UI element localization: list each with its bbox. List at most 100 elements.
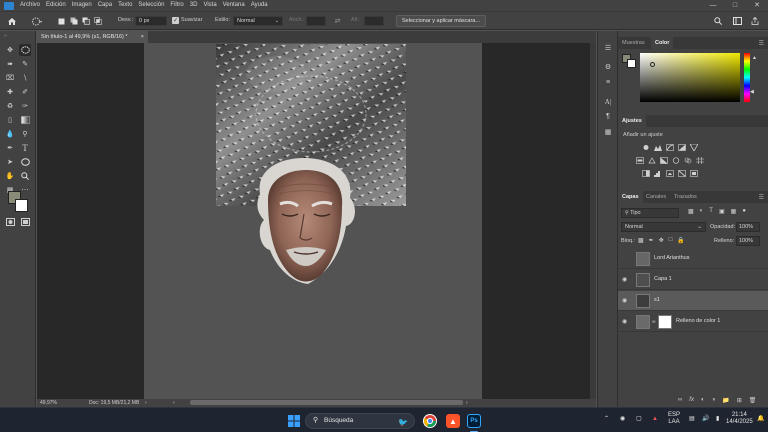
status-menu-icon[interactable]: › xyxy=(145,400,147,406)
network-icon[interactable]: ▤ xyxy=(689,416,695,423)
new-selection-icon[interactable] xyxy=(57,16,66,26)
background-color-swatch[interactable] xyxy=(15,199,28,212)
style-select[interactable]: Normal ⌄ xyxy=(233,16,283,26)
filter-pixel-icon[interactable]: ▩ xyxy=(688,208,694,215)
type-tool-icon[interactable]: T xyxy=(19,142,31,154)
zoom-tool-icon[interactable] xyxy=(19,170,31,182)
eyedropper-tool-icon[interactable]: ∖ xyxy=(19,72,31,84)
notifications-icon[interactable]: 🔔 xyxy=(757,416,764,423)
tab-capas[interactable]: Capas xyxy=(618,191,643,203)
tab-muestras[interactable]: Muestras xyxy=(618,37,649,49)
panel-menu-icon[interactable]: ☰ xyxy=(759,40,764,47)
feather-input[interactable]: 0 px xyxy=(135,16,167,26)
eye-icon[interactable]: ◉ xyxy=(622,276,627,283)
lock-artboard-icon[interactable]: □ xyxy=(669,237,673,244)
delete-layer-icon[interactable]: 🗑 xyxy=(749,397,757,404)
quick-selection-tool-icon[interactable]: ✎ xyxy=(19,58,31,70)
collapse-icon[interactable]: » xyxy=(4,33,7,39)
libraries-panel-icon[interactable]: ▦ xyxy=(602,127,614,137)
fill-input[interactable]: 100% xyxy=(736,236,760,246)
color-bg-swatch[interactable] xyxy=(627,59,636,68)
blend-mode-select[interactable]: Normal ⌄ xyxy=(621,222,706,232)
brightness-icon[interactable] xyxy=(642,144,650,151)
share-icon[interactable] xyxy=(750,16,760,26)
menu-filtro[interactable]: Filtro xyxy=(167,0,186,11)
menu-3d[interactable]: 3D xyxy=(187,0,201,11)
menu-imagen[interactable]: Imagen xyxy=(69,0,95,11)
color-balance-icon[interactable] xyxy=(648,157,656,164)
layer-style-icon[interactable]: fx xyxy=(689,397,694,404)
tab-ajustes[interactable]: Ajustes xyxy=(618,115,646,127)
adjust-panel-icon[interactable]: ≡ xyxy=(602,77,614,87)
crop-tool-icon[interactable]: ⌧ xyxy=(4,72,16,84)
gradient-tool-icon[interactable] xyxy=(19,114,31,126)
posterize-icon[interactable] xyxy=(654,170,662,177)
layer-filter-select[interactable]: ⚲ Tipo xyxy=(621,208,679,218)
vertical-scrollbar[interactable] xyxy=(590,43,596,399)
path-selection-tool-icon[interactable]: ➤ xyxy=(4,156,16,168)
maximize-icon[interactable]: □ xyxy=(724,0,746,11)
menu-archivo[interactable]: Archivo xyxy=(17,0,43,11)
clone-stamp-tool-icon[interactable]: ♻ xyxy=(4,100,16,112)
intersect-selection-icon[interactable] xyxy=(93,16,102,26)
history-brush-tool-icon[interactable]: ✑ xyxy=(19,100,31,112)
move-tool-icon[interactable]: ✥ xyxy=(4,44,16,56)
invert-icon[interactable] xyxy=(642,170,650,177)
quick-mask-icon[interactable] xyxy=(4,216,16,228)
swap-dimensions-icon[interactable]: ⇄ xyxy=(333,16,342,26)
filter-shape-icon[interactable]: ▣ xyxy=(719,208,725,215)
photo-filter-icon[interactable] xyxy=(672,157,680,164)
lock-position-icon[interactable]: ✥ xyxy=(659,237,664,244)
layer-row[interactable]: ◉ ∞ Relleno de color 1 xyxy=(618,312,768,332)
tray-security-icon[interactable]: ▲ xyxy=(652,416,658,423)
layer-row[interactable]: ◉ Capa 1 xyxy=(618,270,768,290)
battery-icon[interactable]: ▮ xyxy=(716,416,719,423)
clock[interactable]: 21:14 14/4/2025 xyxy=(726,412,753,426)
new-adjustment-icon[interactable]: ◑ xyxy=(712,397,716,404)
filter-adjustment-icon[interactable]: ◐ xyxy=(700,208,704,215)
height-input[interactable] xyxy=(364,16,384,26)
tab-canales[interactable]: Canales xyxy=(642,191,670,203)
brave-icon[interactable]: ▲ xyxy=(446,414,460,428)
lock-all-icon[interactable]: 🔒 xyxy=(677,237,684,244)
menu-ventana[interactable]: Ventana xyxy=(220,0,248,11)
gradient-map-icon[interactable] xyxy=(678,170,686,177)
curves-icon[interactable] xyxy=(666,144,674,151)
horizontal-scrollbar-thumb[interactable] xyxy=(190,400,463,405)
scroll-left-icon[interactable]: ‹ xyxy=(173,400,175,406)
new-layer-icon[interactable]: ⊞ xyxy=(737,397,742,404)
zoom-level[interactable]: 49,97% xyxy=(40,400,57,406)
dodge-tool-icon[interactable]: ⚲ xyxy=(19,128,31,140)
channel-mixer-icon[interactable] xyxy=(684,157,692,164)
tab-color[interactable]: Color xyxy=(651,37,674,49)
character-panel-icon[interactable]: A| xyxy=(602,97,614,107)
menu-seleccion[interactable]: Selección xyxy=(135,0,167,11)
layers-menu-icon[interactable]: ☰ xyxy=(759,194,764,201)
eraser-tool-icon[interactable]: ▯ xyxy=(4,114,16,126)
language-indicator[interactable]: ESP LAA xyxy=(668,412,680,426)
levels-icon[interactable] xyxy=(654,144,662,151)
taskbar-search[interactable]: ⚲ Búsqueda 🐦 xyxy=(305,413,415,429)
marquee-preset-icon[interactable] xyxy=(30,16,44,27)
black-white-icon[interactable] xyxy=(660,157,668,164)
opacity-input[interactable]: 100% xyxy=(736,222,760,232)
width-input[interactable] xyxy=(306,16,326,26)
menu-edicion[interactable]: Edición xyxy=(43,0,69,11)
volume-icon[interactable]: 🔊 xyxy=(702,416,709,423)
close-tab-icon[interactable]: × xyxy=(141,31,144,43)
eye-icon[interactable]: ◉ xyxy=(622,297,627,304)
tray-app-icon[interactable]: ◉ xyxy=(620,416,625,423)
minimize-icon[interactable]: — xyxy=(702,0,724,11)
document-tab[interactable]: Sin título-1 al 49,9% (s1, RGB/16) * × xyxy=(37,31,149,43)
hand-tool-icon[interactable]: ✋ xyxy=(4,170,16,182)
blur-tool-icon[interactable]: 💧 xyxy=(4,128,16,140)
layer-visibility-off-icon[interactable]: □ xyxy=(622,255,626,261)
tray-volume-mixer-icon[interactable]: ▢ xyxy=(636,416,642,423)
layer-row[interactable]: □ Lord Arianthus xyxy=(618,249,768,269)
hue-saturation-icon[interactable] xyxy=(636,157,644,164)
layer-row-selected[interactable]: ◉ s1 xyxy=(618,291,768,311)
filter-smart-object-icon[interactable]: ▦ xyxy=(731,208,737,215)
search-icon[interactable] xyxy=(713,16,723,26)
lasso-tool-icon[interactable]: ➠ xyxy=(4,58,16,70)
pen-tool-icon[interactable]: ✒ xyxy=(4,142,16,154)
